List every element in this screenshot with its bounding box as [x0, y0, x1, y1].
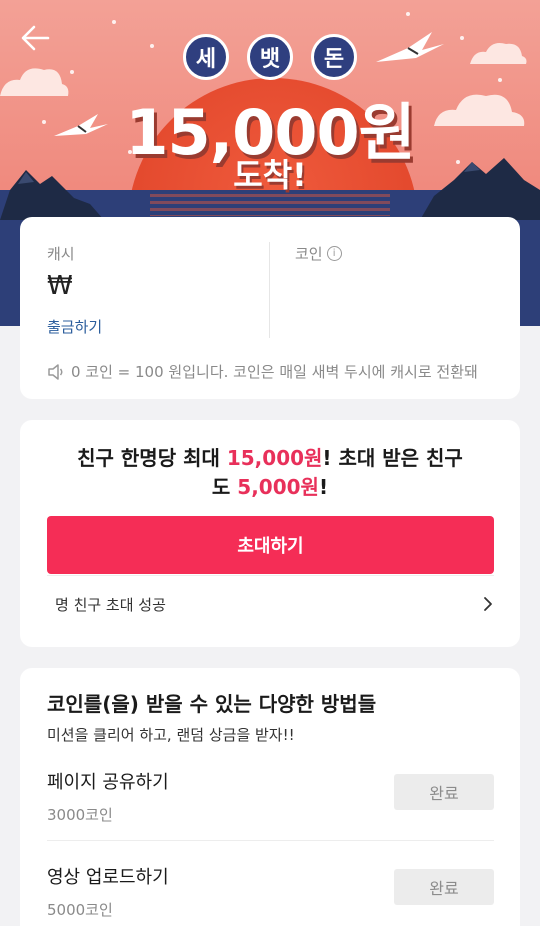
chevron-right-icon	[484, 597, 492, 611]
withdraw-link[interactable]: 출금하기	[47, 316, 102, 337]
coin-notice-text: 0 코인 = 100 원입니다. 코인은 매일 새벽 두시에 캐시로 전환돼	[71, 363, 478, 381]
mission-complete-button[interactable]: 완료	[394, 774, 494, 810]
info-icon[interactable]: i	[326, 246, 342, 261]
invite-msg-text: !	[318, 475, 329, 499]
invite-success-row[interactable]: 명 친구 초대 성공	[47, 592, 494, 616]
divider	[269, 242, 270, 338]
coin-notice: 0 코인 = 100 원입니다. 코인은 매일 새벽 두시에 캐시로 전환돼	[47, 361, 497, 382]
title-badges: 세 뱃 돈	[0, 34, 540, 80]
methods-subtitle: 미션을 클리어 하고, 랜덤 상금을 받자!!	[47, 726, 295, 744]
invite-msg-text: 친구 한명당 최대	[77, 446, 227, 470]
invite-button[interactable]: 초대하기	[47, 516, 494, 574]
invite-card: 친구 한명당 최대 15,000원! 초대 받은 친구 도 5,000원! 초대…	[20, 420, 520, 647]
divider	[47, 575, 494, 576]
banner-subline: 도착!	[233, 156, 307, 194]
balance-card: 캐시 ₩ 출금하기 코인 i 0 코인 = 100 원입니다. 코인은 매일 새…	[20, 217, 520, 399]
invite-msg-text: 도	[211, 475, 238, 499]
invite-message: 친구 한명당 최대 15,000원! 초대 받은 친구 도 5,000원!	[20, 444, 520, 502]
invite-friend-amount: 5,000원	[237, 475, 319, 499]
invite-success-label: 명 친구 초대 성공	[55, 595, 166, 614]
speaker-icon	[48, 363, 63, 380]
badge-3: 돈	[311, 34, 357, 80]
invite-amount: 15,000원	[226, 446, 323, 470]
cash-column: 캐시	[47, 243, 75, 264]
badge-1: 세	[183, 34, 229, 80]
divider	[47, 840, 494, 841]
cash-label: 캐시	[47, 245, 75, 263]
badge-2: 뱃	[247, 34, 293, 80]
mission-complete-button[interactable]: 완료	[394, 869, 494, 905]
methods-title: 코인를(을) 받을 수 있는 다양한 방법들	[47, 692, 377, 716]
mission-item: 영상 업로드하기 5000코인 완료	[47, 863, 494, 920]
coin-label: 코인	[295, 245, 323, 263]
invite-msg-text: ! 초대 받은 친구	[322, 446, 463, 470]
coin-methods-card: 코인를(을) 받을 수 있는 다양한 방법들 미션을 클리어 하고, 랜덤 상금…	[20, 668, 520, 926]
mission-item: 페이지 공유하기 3000코인 완료	[47, 768, 494, 825]
coin-column: 코인 i	[295, 243, 342, 264]
cash-value: ₩	[47, 271, 73, 301]
